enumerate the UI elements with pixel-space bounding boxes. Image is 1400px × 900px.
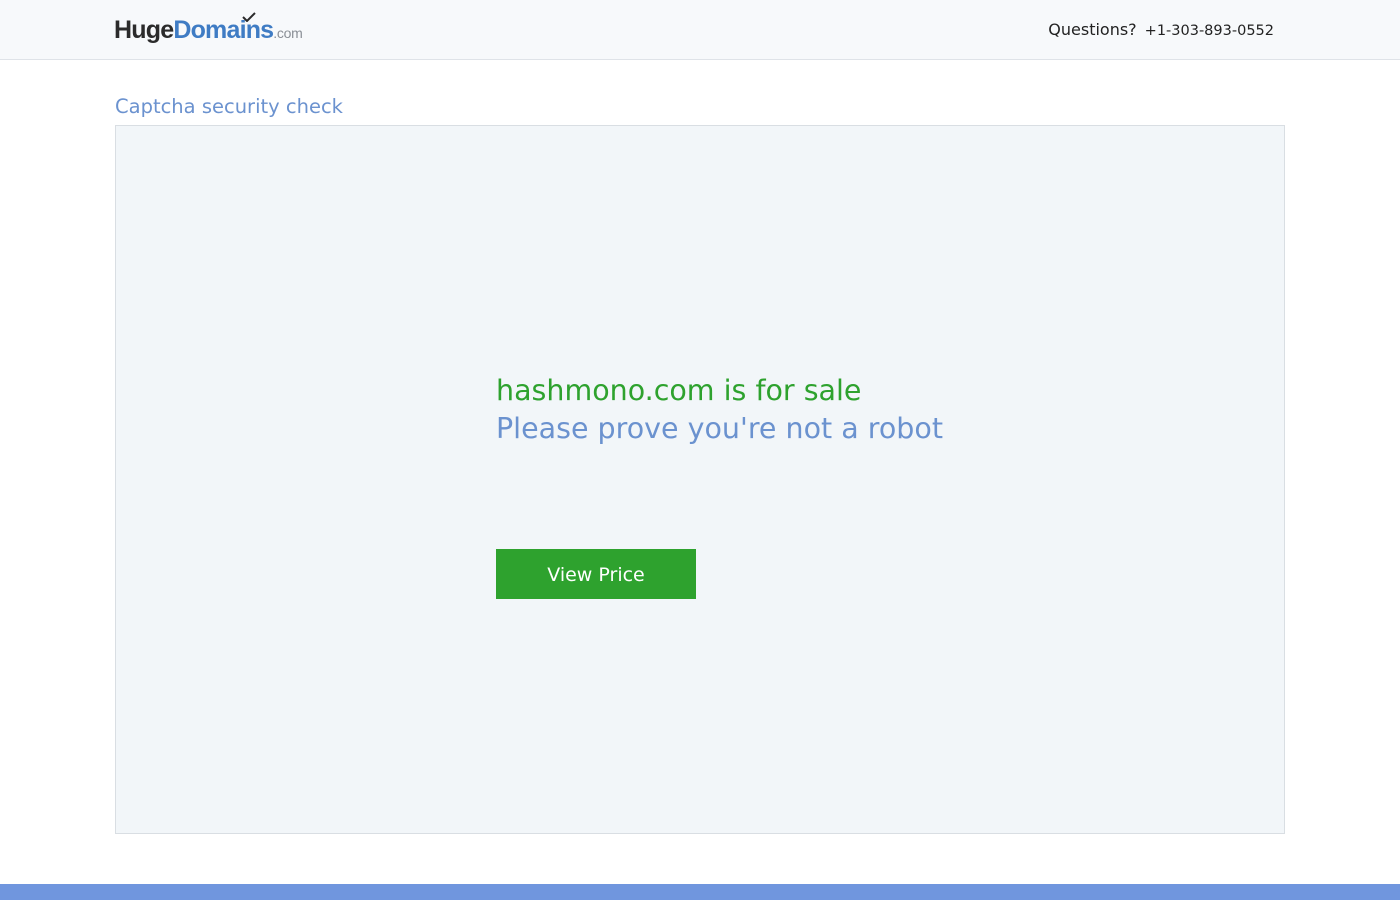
logo-text-com: .com bbox=[273, 25, 303, 41]
page-title: Captcha security check bbox=[115, 95, 343, 118]
hugedomains-logo[interactable]: HugeDomains.com bbox=[114, 12, 303, 46]
site-header: HugeDomains.com Questions? +1-303-893-055… bbox=[0, 0, 1400, 60]
contact-label: Questions? bbox=[1048, 20, 1137, 39]
contact-phone[interactable]: +1-303-893-0552 bbox=[1145, 23, 1274, 39]
view-price-button[interactable]: View Price bbox=[496, 549, 696, 599]
logo-text-huge: Huge bbox=[114, 16, 174, 44]
logo-text-domains: Domains bbox=[173, 16, 274, 44]
checkmark-icon bbox=[242, 12, 256, 22]
captcha-panel: hashmono.com is for sale Please prove yo… bbox=[115, 125, 1285, 834]
robot-check-subline: Please prove you're not a robot bbox=[496, 412, 943, 445]
contact-info: Questions? +1-303-893-0552 bbox=[1048, 20, 1274, 39]
footer-bar bbox=[0, 884, 1400, 900]
domain-sale-headline: hashmono.com is for sale bbox=[496, 374, 862, 407]
